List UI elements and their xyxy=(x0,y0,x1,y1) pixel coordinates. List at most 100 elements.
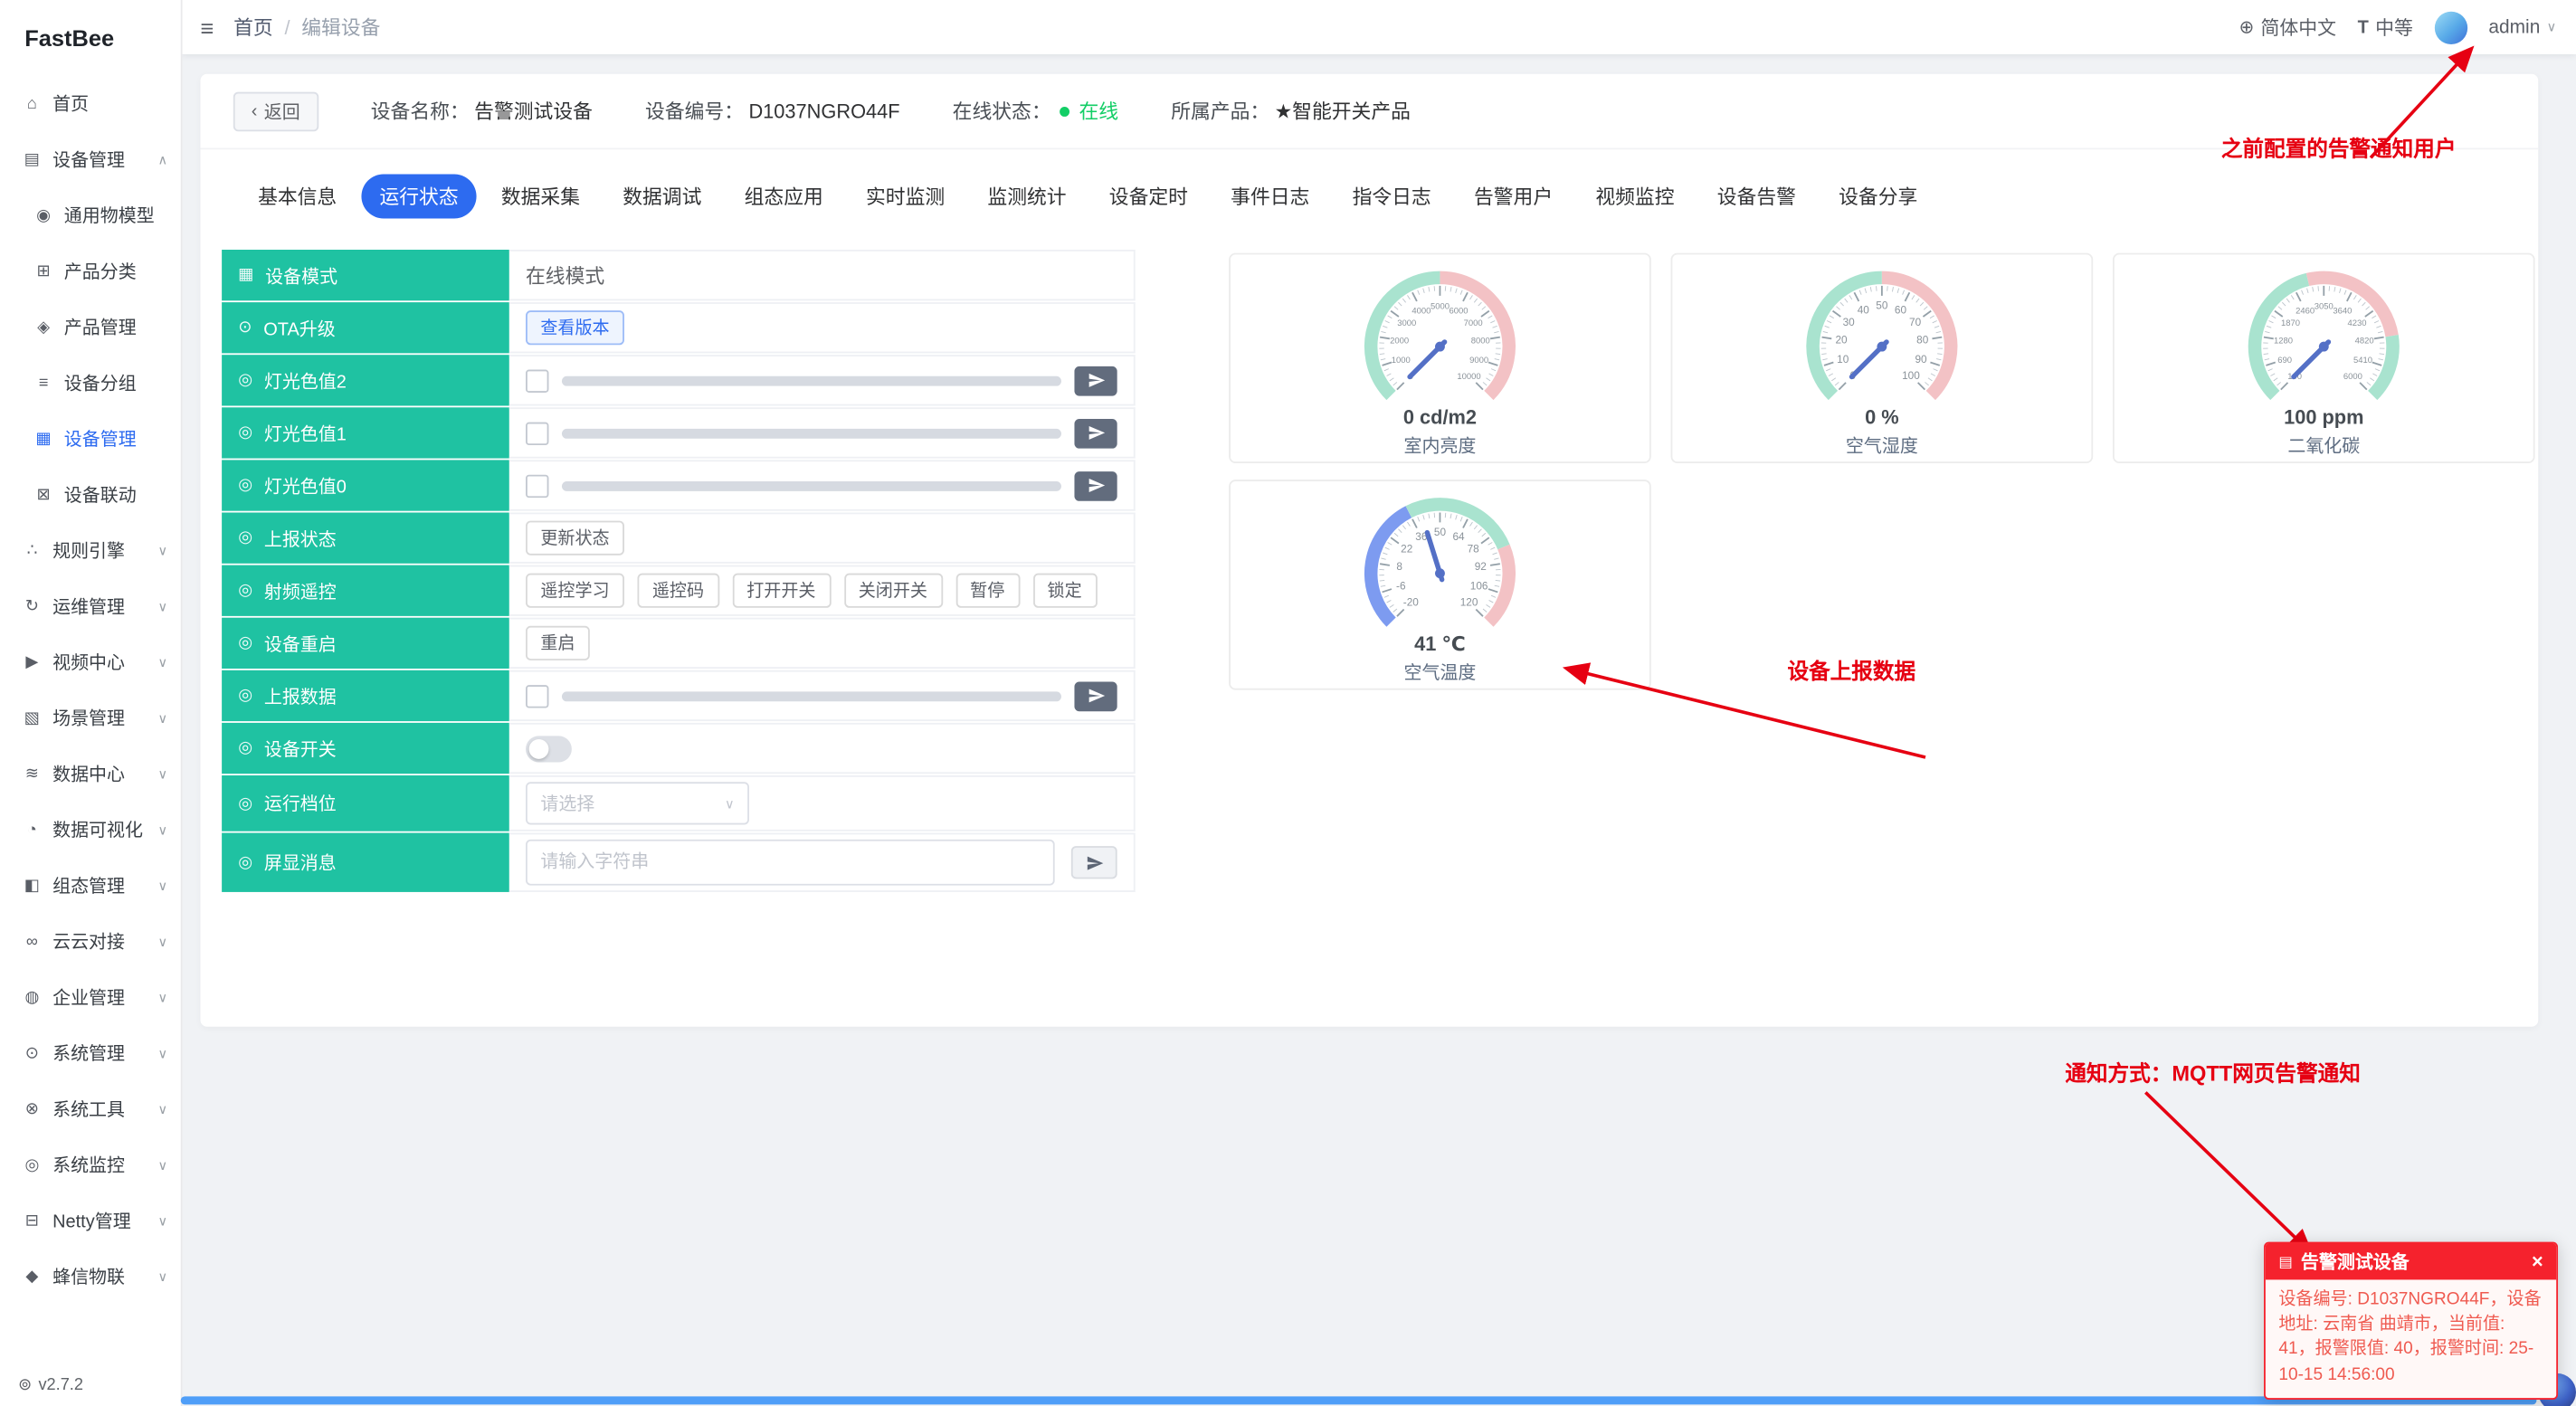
svg-text:5000: 5000 xyxy=(1431,301,1450,311)
app-logo[interactable]: FastBee xyxy=(0,0,181,76)
gauge-area: 0100020003000400050006000700080009000100… xyxy=(201,74,2539,1027)
svg-text:70: 70 xyxy=(1909,316,1922,328)
sidebar-item-数据中心[interactable]: ≋ 数据中心 ∨ xyxy=(0,746,181,802)
device-link-icon: ⊠ xyxy=(36,485,51,504)
system-tools-icon: ⊗ xyxy=(24,1099,40,1118)
product-manage-icon: ◈ xyxy=(37,318,51,337)
chevron-down-icon: ∨ xyxy=(157,766,168,782)
svg-text:106: 106 xyxy=(1470,579,1488,592)
sidebar-item-设备分组[interactable]: ≡ 设备分组 xyxy=(0,355,181,411)
breadcrumb-home[interactable]: 首页 xyxy=(233,14,273,42)
thing-model-icon: ◉ xyxy=(36,205,52,224)
device-card: ‹ 返回 设备名称： 告警测试设备 设备编号： D1037NGRO44F 在线状态：… xyxy=(200,73,2539,1027)
sidebar-item-系统管理[interactable]: ⊙ 系统管理 ∨ xyxy=(0,1025,181,1081)
sidebar-item-label: 组态管理 xyxy=(52,877,125,898)
data-center-icon: ≋ xyxy=(24,765,40,784)
ops-manage-icon: ↻ xyxy=(24,597,40,615)
sidebar-item-label: 产品管理 xyxy=(63,318,137,339)
svg-text:1870: 1870 xyxy=(2281,318,2300,328)
sidebar-item-Netty管理[interactable]: ⊟ Netty管理 ∨ xyxy=(0,1192,181,1249)
alert-icon: ▤ xyxy=(2278,1252,2293,1269)
sidebar-item-规则引擎[interactable]: ∴ 规则引擎 ∨ xyxy=(0,522,181,578)
gauge-value: 100 ppm xyxy=(2284,405,2364,429)
sidebar-item-数据可视化[interactable]: ◔ 数据可视化 ∨ xyxy=(0,802,181,858)
svg-text:78: 78 xyxy=(1468,543,1480,556)
gauge-pivot xyxy=(2318,341,2329,352)
alert-toast-title: 告警测试设备 xyxy=(2300,1253,2410,1274)
gauge-value: 41 ℃ xyxy=(1414,632,1466,656)
gauge-chart: 0100020003000400050006000700080009000100… xyxy=(1364,271,1516,401)
sidebar-item-系统工具[interactable]: ⊗ 系统工具 ∨ xyxy=(0,1081,181,1137)
netty-manage-icon: ⊟ xyxy=(24,1211,40,1230)
font-size-icon: T xyxy=(2357,17,2369,37)
sidebar-item-通用物模型[interactable]: ◉ 通用物模型 xyxy=(0,187,181,243)
sidebar-item-设备管理[interactable]: ▦ 设备管理 xyxy=(0,411,181,467)
horizontal-scrollbar[interactable] xyxy=(180,1396,2537,1405)
annotation-top: 之前配置的告警通知用户 xyxy=(2220,136,2457,161)
svg-text:90: 90 xyxy=(1915,353,1927,366)
scene-manage-icon: ▧ xyxy=(24,708,40,727)
avatar[interactable] xyxy=(2434,10,2467,44)
svg-text:22: 22 xyxy=(1401,543,1412,556)
sidebar-item-云云对接[interactable]: ∞ 云云对接 ∨ xyxy=(0,914,181,970)
sidebar-item-设备联动[interactable]: ⊠ 设备联动 xyxy=(0,467,181,523)
svg-text:8000: 8000 xyxy=(1471,337,1490,347)
app-version: ⊚ v2.7.2 xyxy=(18,1377,83,1395)
annotation-bottom: 通知方式：MQTT网页告警通知 xyxy=(2065,1060,2361,1087)
sidebar-item-label: 数据中心 xyxy=(52,765,125,785)
breadcrumb-separator: / xyxy=(284,15,290,39)
main-content: ‹ 返回 设备名称： 告警测试设备 设备编号： D1037NGRO44F 在线状态：… xyxy=(181,54,2576,1406)
svg-text:50: 50 xyxy=(1876,299,1888,311)
svg-text:10: 10 xyxy=(1837,353,1849,366)
sidebar-item-产品分类[interactable]: ⊞ 产品分类 xyxy=(0,243,181,299)
user-menu[interactable]: admin ∨ xyxy=(2488,17,2556,37)
breadcrumb: 首页 / 编辑设备 xyxy=(233,14,380,42)
language-switcher[interactable]: ⊕ 简体中文 xyxy=(2239,14,2337,40)
sidebar-item-label: 通用物模型 xyxy=(63,206,155,227)
svg-text:92: 92 xyxy=(1475,560,1487,573)
sidebar-item-产品管理[interactable]: ◈ 产品管理 xyxy=(0,299,181,355)
alert-toast: ▤ 告警测试设备 × 设备编号: D1037NGRO44F，设备地址: 云南省 … xyxy=(2264,1241,2559,1400)
sidebar-item-设备管理[interactable]: ▤ 设备管理 ∧ xyxy=(0,131,181,187)
sidebar-item-场景管理[interactable]: ▧ 场景管理 ∨ xyxy=(0,690,181,746)
sidebar-item-运维管理[interactable]: ↻ 运维管理 ∨ xyxy=(0,578,181,634)
sidebar-item-系统监控[interactable]: ◎ 系统监控 ∨ xyxy=(0,1136,181,1192)
close-icon[interactable]: × xyxy=(2532,1252,2543,1272)
font-size-label: 中等 xyxy=(2375,18,2413,39)
chevron-down-icon: ∨ xyxy=(157,543,168,558)
sidebar-item-企业管理[interactable]: ◍ 企业管理 ∨ xyxy=(0,969,181,1025)
sidebar-item-label: 视频中心 xyxy=(52,653,125,674)
sidebar-item-首页[interactable]: ⌂ 首页 xyxy=(0,76,181,132)
gauge-card-空气温度: -20 -6 8 22 36 50 64 78 92 106 120 41 ℃ 空气温度 xyxy=(1229,480,1651,690)
hamburger-icon[interactable]: ≡ xyxy=(201,14,214,40)
svg-text:3000: 3000 xyxy=(1397,318,1416,328)
topbar-right: ⊕ 简体中文 T 中等 admin ∨ xyxy=(2239,10,2556,44)
sidebar-item-label: 运维管理 xyxy=(52,597,125,618)
username: admin xyxy=(2488,17,2541,37)
language-label: 简体中文 xyxy=(2260,18,2337,39)
chevron-down-icon: ∨ xyxy=(157,934,168,949)
chevron-down-icon: ∨ xyxy=(157,710,168,726)
svg-text:60: 60 xyxy=(1895,303,1907,316)
alert-toast-header: ▤ 告警测试设备 × xyxy=(2265,1243,2557,1280)
gauge-pivot xyxy=(1877,341,1887,352)
gauge-title: 空气温度 xyxy=(1403,663,1477,684)
sidebar-item-蜂信物联[interactable]: ◆ 蜂信物联 ∨ xyxy=(0,1249,181,1305)
sidebar: FastBee ⌂ 首页 ▤ 设备管理 ∧ ◉ 通用物模型 ⊞ 产品分类 ◈ 产品管理 ≡ 设备分组 ▦ 设… xyxy=(0,0,183,1406)
font-size-switcher[interactable]: T 中等 xyxy=(2358,14,2413,40)
svg-text:9000: 9000 xyxy=(1469,356,1488,366)
rule-engine-icon: ∴ xyxy=(26,541,38,560)
svg-text:120: 120 xyxy=(1460,595,1478,608)
system-monitor-icon: ◎ xyxy=(24,1155,40,1174)
svg-text:2000: 2000 xyxy=(1390,337,1409,347)
svg-text:4820: 4820 xyxy=(2355,337,2374,347)
sidebar-item-视频中心[interactable]: ▶ 视频中心 ∨ xyxy=(0,634,181,690)
sidebar-item-label: 企业管理 xyxy=(52,989,125,1009)
svg-text:6000: 6000 xyxy=(1450,306,1469,316)
chevron-down-icon: ∨ xyxy=(157,598,168,614)
sidebar-item-组态管理[interactable]: ◧ 组态管理 ∨ xyxy=(0,858,181,914)
sidebar-item-label: 系统监控 xyxy=(52,1156,125,1177)
sidebar-item-label: Netty管理 xyxy=(52,1211,131,1232)
sidebar-item-label: 场景管理 xyxy=(52,709,125,730)
gauge-title: 二氧化碳 xyxy=(2287,436,2361,457)
